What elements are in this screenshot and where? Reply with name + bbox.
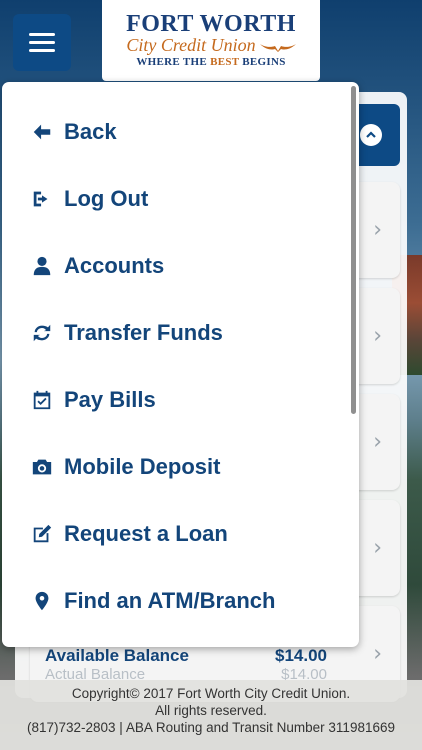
arrow-left-icon	[30, 120, 54, 144]
menu-item-label: Find an ATM/Branch	[64, 588, 276, 613]
menu-item-find-atm-branch[interactable]: Find an ATM/Branch	[30, 581, 330, 621]
map-marker-icon	[30, 589, 54, 613]
menu-item-back[interactable]: Back	[30, 112, 330, 152]
menu-item-request-loan[interactable]: Request a Loan	[30, 514, 330, 554]
copyright-text: Copyright© 2017 Fort Worth City Credit U…	[71, 686, 351, 701]
rights-text: All rights reserved.	[155, 703, 267, 718]
navigation-drawer	[2, 82, 359, 647]
longhorn-icon	[259, 43, 296, 52]
menu-item-transfer-funds[interactable]: Transfer Funds	[30, 313, 330, 353]
user-icon	[30, 254, 54, 278]
chevron-right-icon: ›	[373, 641, 382, 667]
menu-item-pay-bills[interactable]: Pay Bills	[30, 380, 330, 420]
fort-worth-logo[interactable]: FORT WORTH City Credit Union WHERE THE B…	[102, 0, 320, 81]
hamburger-icon-bar	[29, 49, 55, 52]
hamburger-icon-bar	[29, 41, 55, 44]
menu-item-label: Request a Loan	[64, 521, 228, 546]
menu-item-label: Accounts	[64, 253, 165, 278]
logo-title: FORT WORTH	[126, 11, 296, 37]
menu-item-label: Mobile Deposit	[64, 454, 221, 479]
calendar-check-icon	[30, 388, 54, 412]
menu-item-label: Log Out	[64, 186, 149, 211]
chevron-up-icon	[360, 124, 382, 146]
contact-text: (817)732-2803 | ABA Routing and Transit …	[26, 720, 395, 735]
logo-tagline: WHERE THE BEST BEGINS	[136, 56, 286, 68]
hamburger-menu-button[interactable]	[13, 14, 71, 71]
footer: Copyright© 2017 Fort Worth City Credit U…	[0, 680, 422, 750]
chevron-right-icon: ›	[373, 217, 382, 243]
drawer-scrollbar[interactable]	[351, 86, 356, 414]
chevron-right-icon: ›	[373, 323, 382, 349]
camera-icon	[30, 455, 54, 479]
menu-item-label: Transfer Funds	[64, 320, 223, 345]
hamburger-icon-bar	[29, 33, 55, 36]
menu-item-log-out[interactable]: Log Out	[30, 179, 330, 219]
edit-icon	[30, 522, 54, 546]
logo-subtitle: City Credit Union	[102, 35, 320, 55]
menu-item-mobile-deposit[interactable]: Mobile Deposit	[30, 447, 330, 487]
available-balance-label: Available Balance	[45, 646, 189, 665]
menu-item-accounts[interactable]: Accounts	[30, 246, 330, 286]
sign-out-icon	[30, 187, 54, 211]
chevron-right-icon: ›	[373, 429, 382, 455]
menu-item-label: Pay Bills	[64, 387, 156, 412]
available-balance-row: Available Balance $14.00	[45, 646, 327, 666]
chevron-right-icon: ›	[373, 535, 382, 561]
menu-item-label: Back	[64, 119, 117, 144]
refresh-icon	[30, 321, 54, 345]
available-balance-value: $14.00	[275, 646, 327, 665]
